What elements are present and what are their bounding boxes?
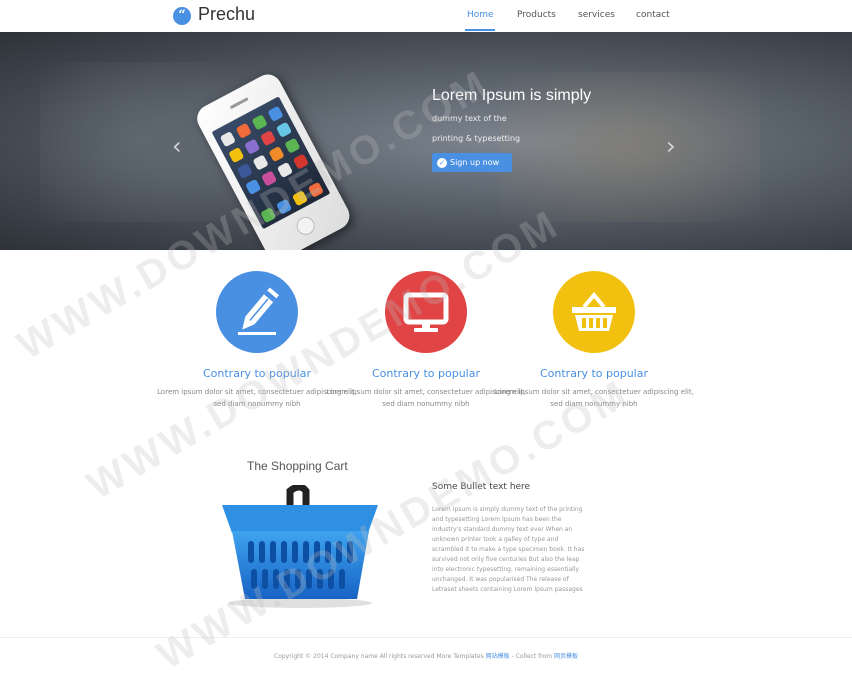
copyright-text: Copyright © 2014 Company name All rights… — [274, 653, 484, 660]
footer-link-templates[interactable]: 网站模板 — [486, 653, 510, 660]
site-header: “ Prechu Home Products services contact — [0, 0, 852, 33]
next-slide-arrow-icon[interactable]: › — [666, 132, 676, 160]
footer-divider — [0, 637, 852, 638]
feature-description: Lorem ipsum dolor sit amet, consectetuer… — [494, 388, 694, 408]
footer-link-webpage[interactable]: 网页模板 — [554, 653, 578, 660]
hero-title: Lorem Ipsum is simply — [432, 87, 592, 104]
bullet-paragraph: Lorem Ipsum is simply dummy text of the … — [432, 506, 585, 593]
site-footer: Copyright © 2014 Company name All rights… — [0, 651, 852, 660]
shopping-cart-title: The Shopping Cart — [247, 459, 348, 473]
signup-label: Sign up now — [450, 158, 500, 167]
phone-home-button — [293, 213, 318, 239]
pencil-feature-circle[interactable] — [216, 271, 298, 353]
hero-slider: ‹ › Lorem Ipsum is simply dummy text of … — [0, 32, 852, 250]
main-nav: Home Products services contact — [0, 0, 852, 32]
nav-contact[interactable]: contact — [636, 10, 670, 20]
monitor-icon — [403, 292, 449, 332]
active-nav-indicator — [465, 29, 495, 31]
hero-subtitle-line1: dummy text of the — [432, 114, 507, 123]
nav-home[interactable]: Home — [467, 10, 494, 20]
basket-feature-circle[interactable] — [553, 271, 635, 353]
prev-slide-arrow-icon[interactable]: ‹ — [172, 132, 182, 160]
feature-title[interactable]: Contrary to popular — [494, 367, 694, 380]
basket-icon — [572, 291, 616, 331]
hero-subtitle-line2: printing & typesetting — [432, 134, 521, 143]
check-icon: ✓ — [437, 157, 447, 168]
pencil-icon — [238, 287, 279, 335]
phone-speaker — [229, 97, 249, 110]
shopping-basket-image — [218, 483, 383, 610]
monitor-feature-circle[interactable] — [385, 271, 467, 353]
nav-products[interactable]: Products — [517, 10, 556, 20]
nav-services[interactable]: services — [578, 10, 615, 20]
signup-button[interactable]: ✓ Sign up now — [432, 153, 512, 172]
footer-collect-text: - Collect from — [509, 653, 554, 660]
bullet-heading: Some Bullet text here — [432, 482, 531, 492]
